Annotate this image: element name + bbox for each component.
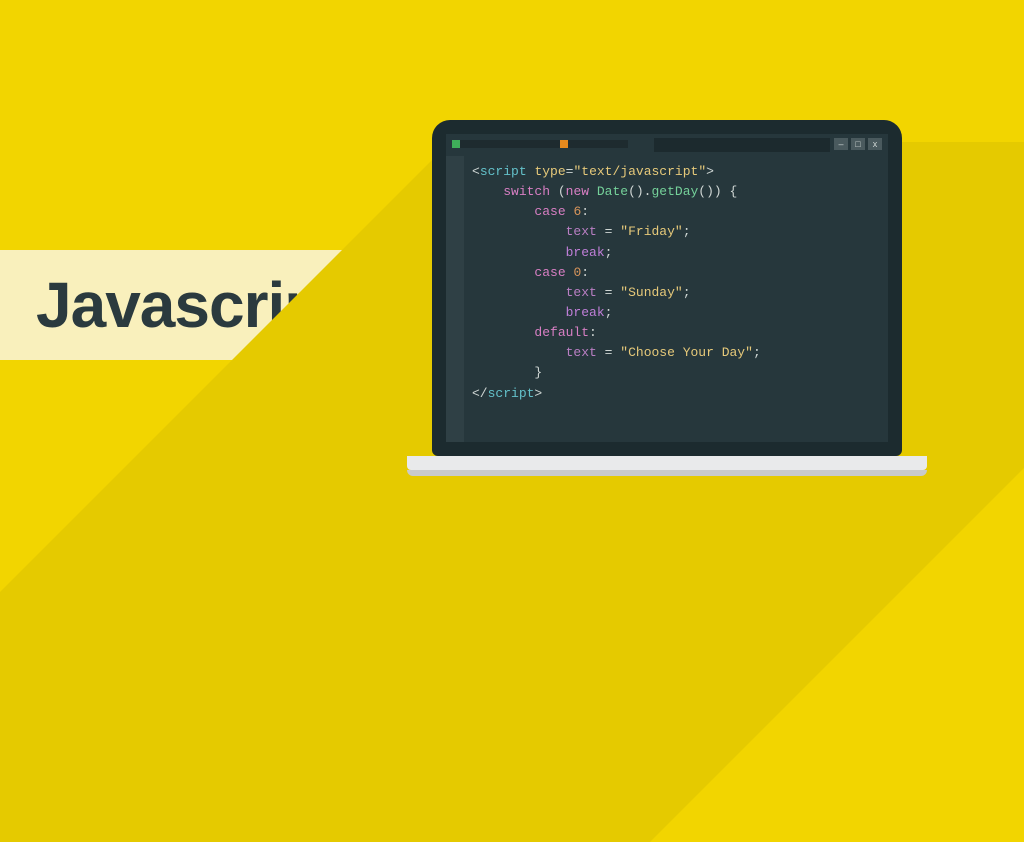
laptop-base-edge <box>407 470 927 476</box>
laptop-base <box>407 456 927 470</box>
laptop: – □ x <script type="text/javascript"> sw… <box>432 120 912 476</box>
tab-modified-icon <box>560 140 568 148</box>
address-bar[interactable] <box>654 138 830 152</box>
screen-bezel: – □ x <script type="text/javascript"> sw… <box>432 120 902 456</box>
editor-screen: – □ x <script type="text/javascript"> sw… <box>446 134 888 442</box>
editor-tabs <box>452 140 628 148</box>
code-block: <script type="text/javascript"> switch (… <box>472 162 761 404</box>
minimize-button[interactable]: – <box>834 138 848 150</box>
editor-gutter <box>446 156 464 442</box>
window-controls: – □ x <box>834 138 882 150</box>
maximize-button[interactable]: □ <box>851 138 865 150</box>
tab-active[interactable] <box>460 140 560 148</box>
close-button[interactable]: x <box>868 138 882 150</box>
laptop-body: – □ x <script type="text/javascript"> sw… <box>432 120 902 476</box>
tab-secondary[interactable] <box>568 140 628 148</box>
tab-indicator-icon <box>452 140 460 148</box>
